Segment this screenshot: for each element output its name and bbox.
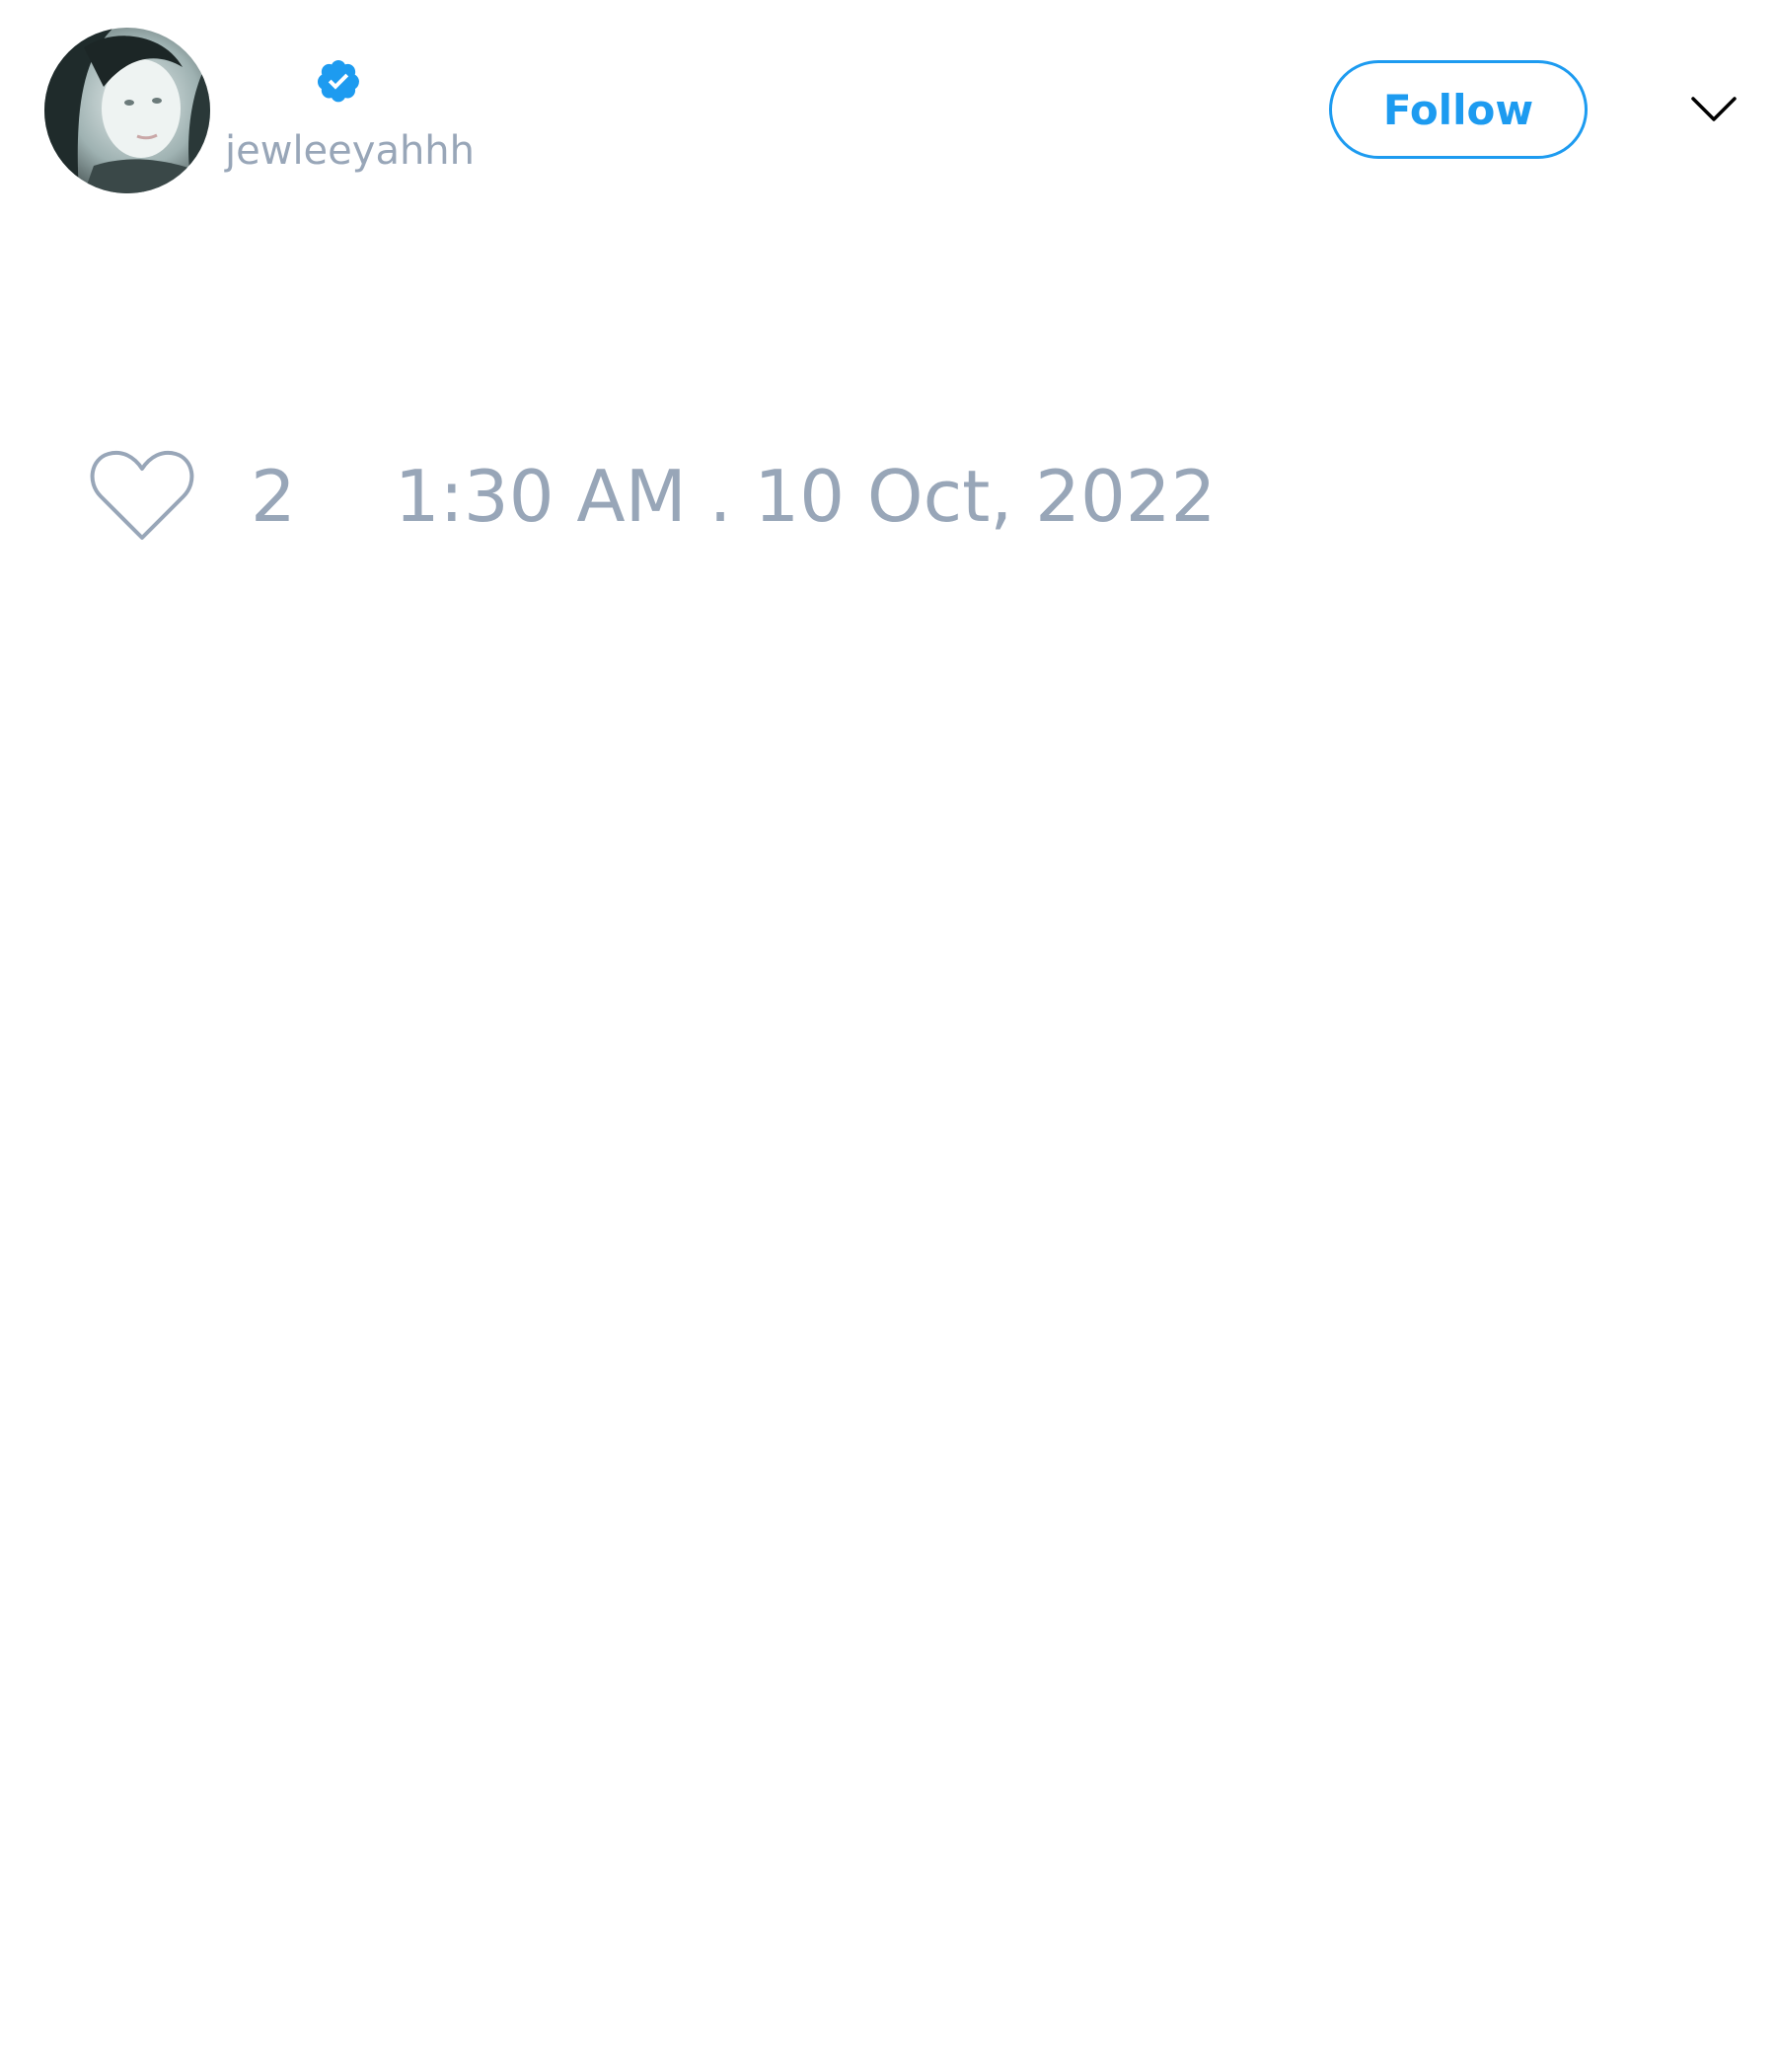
like-count: 2 (251, 455, 296, 538)
follow-button[interactable]: Follow (1329, 60, 1588, 159)
tweet-header: jewleeyahhh Follow (0, 0, 1776, 217)
like-button[interactable] (87, 447, 197, 546)
heart-outline-icon (90, 450, 194, 540)
author-avatar[interactable] (44, 28, 210, 193)
chevron-down-icon[interactable] (1689, 91, 1739, 130)
tweet-actions: 2 1:30 AM . 10 Oct, 2022 (87, 442, 1216, 551)
avatar-image (44, 28, 210, 193)
author-handle[interactable]: jewleeyahhh (225, 126, 475, 176)
tweet-timestamp[interactable]: 1:30 AM . 10 Oct, 2022 (395, 447, 1217, 546)
verified-badge-icon (318, 60, 359, 103)
